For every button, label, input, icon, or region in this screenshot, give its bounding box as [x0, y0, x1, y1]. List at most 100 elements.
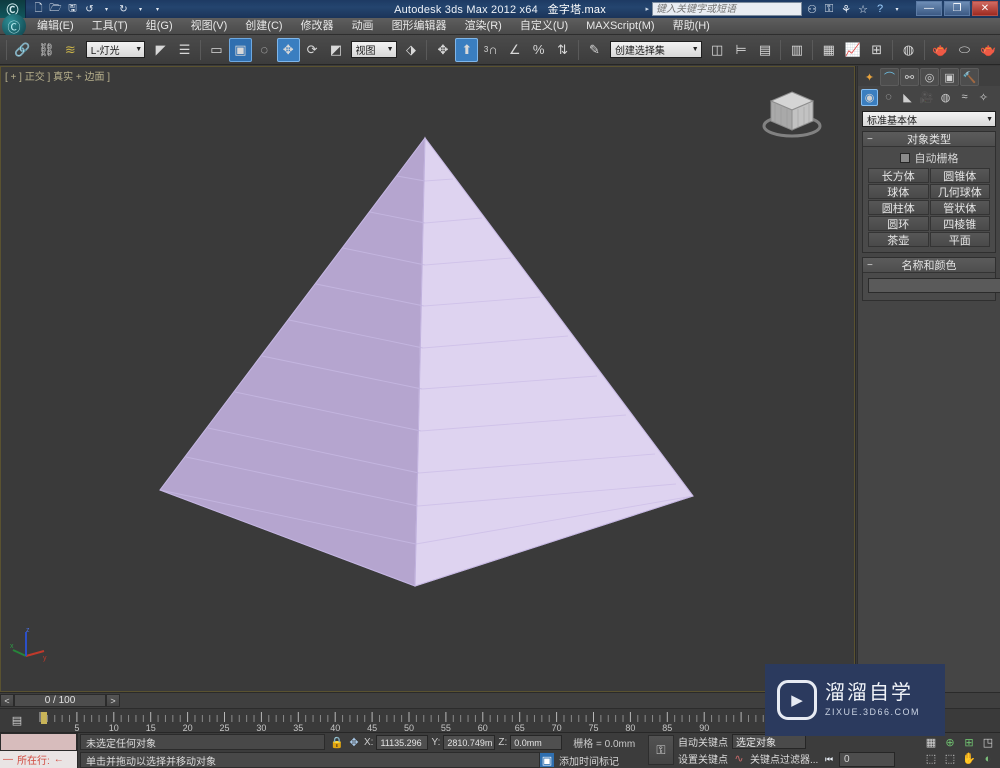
tab-display[interactable]: ▣	[940, 68, 959, 86]
edit-named-selection-icon[interactable]: ✎	[583, 38, 606, 62]
tab-motion[interactable]: ◎	[920, 68, 939, 86]
layer-manager-icon[interactable]: ▤	[754, 38, 777, 62]
set-key-label[interactable]: 设置关键点	[678, 751, 728, 766]
menu-rendering[interactable]: 渲染(R)	[456, 18, 511, 35]
zoom-region-icon[interactable]: ⬚	[922, 751, 940, 766]
key-filters-label[interactable]: 关键点过滤器...	[750, 751, 818, 766]
add-time-tag-icon[interactable]: ▣	[540, 753, 554, 767]
orbit-icon[interactable]: ◐	[979, 751, 997, 766]
graphite-modeling-tools-icon[interactable]: ▥	[785, 38, 808, 62]
angle-snap-icon[interactable]: 3 ∩	[479, 38, 502, 62]
render-setup-icon[interactable]: 🫖	[929, 38, 952, 62]
create-box-button[interactable]: 长方体	[868, 168, 929, 183]
select-and-manipulate-icon[interactable]: ✥	[431, 38, 454, 62]
autogrid-row[interactable]: 自动栅格	[868, 150, 990, 166]
select-and-scale-icon[interactable]: ◩	[325, 38, 348, 62]
create-pyramid-button[interactable]: 四棱锥	[929, 216, 990, 231]
subtab-helpers[interactable]: ◍	[937, 89, 954, 106]
qat-customize-icon[interactable]: ▾	[150, 2, 165, 16]
subtab-lights[interactable]: ◣	[899, 89, 916, 106]
create-cylinder-button[interactable]: 圆柱体	[868, 200, 929, 215]
coord-y-field[interactable]: 2810.749m	[443, 735, 496, 750]
bind-space-warp-icon[interactable]: ≋	[59, 38, 82, 62]
select-link-icon[interactable]: 🔗	[11, 38, 34, 62]
absolute-relative-mode-icon[interactable]: ✥	[347, 736, 361, 750]
maxscript-mini-listener[interactable]: — 所在行: ←	[0, 733, 78, 768]
use-pivot-center-icon[interactable]: ⬗	[400, 38, 423, 62]
open-file-icon[interactable]: 🗁	[48, 2, 63, 16]
zoom-extents-icon[interactable]: ⊞	[960, 735, 978, 750]
go-to-start-icon[interactable]: ⏮	[822, 753, 836, 767]
frame-spinner[interactable]: 0	[839, 752, 895, 767]
zoom-region-alt-icon[interactable]: ⬚	[941, 751, 959, 766]
select-and-rotate-tool-icon[interactable]: ⟳	[301, 38, 324, 62]
autogrid-checkbox[interactable]	[899, 153, 910, 163]
help-dropdown-icon[interactable]: ▾	[890, 2, 904, 16]
object-category-combo[interactable]: 标准基本体 ▼	[862, 111, 996, 127]
named-selection-combo[interactable]: 创建选择集 ▼	[609, 41, 702, 58]
create-geosphere-button[interactable]: 几何球体	[929, 184, 990, 199]
material-editor-icon[interactable]: ◍	[897, 38, 920, 62]
rendered-frame-window-icon[interactable]: ⬭	[953, 38, 976, 62]
mini-listener-output[interactable]	[0, 733, 77, 751]
time-configuration-icon[interactable]: ▦	[922, 735, 940, 750]
snap-settings-icon[interactable]: ⇅	[551, 38, 574, 62]
select-and-rotate-icon[interactable]: ◌	[253, 38, 276, 62]
subtab-geometry[interactable]: ◉	[861, 88, 878, 106]
binoculars-icon[interactable]: ⚇	[805, 2, 819, 16]
subtab-cameras[interactable]: 🎥	[918, 89, 935, 106]
save-file-icon[interactable]: 🖫	[65, 2, 80, 16]
tab-utilities[interactable]: 🔨	[960, 68, 979, 86]
spinner-snap-icon[interactable]: %	[527, 38, 550, 62]
viewport-canvas[interactable]	[0, 66, 856, 692]
window-crossing-icon[interactable]: ▣	[228, 37, 252, 62]
rollout-name-and-color-header[interactable]: − 名称和颜色	[863, 258, 995, 273]
menu-views[interactable]: 视图(V)	[182, 18, 237, 35]
percent-snap-icon[interactable]: ∠	[503, 38, 526, 62]
minimize-button[interactable]: —	[916, 1, 942, 16]
mini-listener-input[interactable]: — 所在行: ←	[0, 751, 77, 768]
viewport[interactable]: [ + ] 正交 ] 真实 + 边面 ] z x y	[0, 66, 856, 692]
selection-set-field[interactable]: 选定对象	[732, 734, 806, 749]
render-production-icon[interactable]: 🫖	[977, 38, 1000, 62]
menu-help[interactable]: 帮助(H)	[664, 18, 719, 35]
selection-filter-combo[interactable]: L-灯光 ▼	[85, 41, 146, 58]
snaps-toggle-icon[interactable]: ⬆	[455, 37, 479, 62]
create-cone-button[interactable]: 圆锥体	[929, 168, 990, 183]
undo-dropdown-icon[interactable]: ▾	[99, 2, 114, 16]
set-key-toggle-button[interactable]: ⚿	[648, 735, 674, 765]
create-teapot-button[interactable]: 茶壶	[868, 232, 929, 247]
tab-create[interactable]: ✦	[860, 68, 879, 86]
search-dropdown-icon[interactable]: ▸	[645, 5, 649, 13]
menu-create[interactable]: 创建(C)	[236, 18, 291, 35]
menu-graph-editors[interactable]: 图形编辑器	[383, 18, 456, 35]
object-name-input[interactable]	[868, 278, 1000, 293]
key-filters-icon[interactable]: ∿	[732, 752, 746, 766]
maximize-button[interactable]: ❐	[944, 1, 970, 16]
subtab-shapes[interactable]: ◌	[880, 89, 897, 106]
menu-customize[interactable]: 自定义(U)	[511, 18, 577, 35]
select-by-name-icon[interactable]: ☰	[173, 38, 196, 62]
menu-edit[interactable]: 编辑(E)	[28, 18, 83, 35]
redo-icon[interactable]: ↻	[116, 2, 131, 16]
zoom-all-icon[interactable]: ⊕	[941, 735, 959, 750]
subtab-space-warps[interactable]: ≈	[956, 89, 973, 106]
rollout-object-type-header[interactable]: − 对象类型	[863, 132, 995, 147]
menu-maxscript[interactable]: MAXScript(M)	[577, 18, 663, 35]
unlink-selection-icon[interactable]: ⛓	[35, 38, 58, 62]
auto-key-label[interactable]: 自动关键点	[678, 734, 728, 749]
subtab-systems[interactable]: ✧	[975, 89, 992, 106]
curve-editor-icon[interactable]: 📈	[841, 38, 864, 62]
pan-icon[interactable]: ✋	[960, 751, 978, 766]
menu-modifiers[interactable]: 修改器	[292, 18, 343, 35]
favorites-star-icon[interactable]: ☆	[856, 2, 870, 16]
create-sphere-button[interactable]: 球体	[868, 184, 929, 199]
redo-dropdown-icon[interactable]: ▾	[133, 2, 148, 16]
menu-animation[interactable]: 动画	[343, 18, 383, 35]
current-frame-field[interactable]: 0 / 100	[14, 694, 106, 707]
align-icon[interactable]: ⊨	[730, 38, 753, 62]
lock-selection-icon[interactable]: 🔒	[330, 736, 344, 750]
reference-coordinate-combo[interactable]: 视图 ▼	[350, 41, 397, 58]
undo-icon[interactable]: ↺	[82, 2, 97, 16]
search-input[interactable]	[652, 2, 802, 16]
